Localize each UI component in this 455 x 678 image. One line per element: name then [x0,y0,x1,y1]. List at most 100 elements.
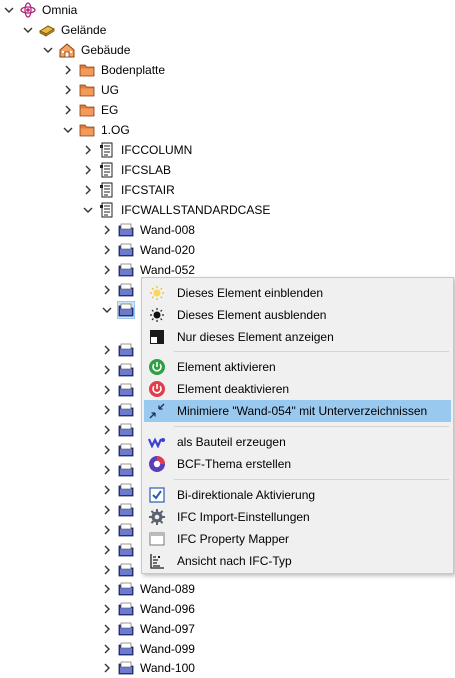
chevron-right-icon[interactable] [62,104,74,116]
chevron-right-icon[interactable] [101,464,113,476]
menu-item-deactivate-element[interactable]: Element deaktivieren [144,378,451,400]
tree-node-site[interactable]: Gelände [22,20,106,40]
tree-node-wall[interactable] [101,280,140,300]
chevron-right-icon[interactable] [101,583,113,595]
chevron-right-icon[interactable] [101,504,113,516]
tree-node-wall[interactable] [101,540,140,560]
tree-node-type[interactable]: IFCCOLUMN [82,140,192,160]
menu-item-bidirectional-activation[interactable]: Bi-direktionale Aktivierung [144,484,451,506]
menu-item-hide-element[interactable]: Dieses Element ausblenden [144,304,451,326]
tree-node-wall[interactable]: Wand-100 [101,659,195,676]
tree-node-storey[interactable]: Bodenplatte [62,60,165,80]
wall-folder-icon [118,382,134,398]
tree-node-wall[interactable] [101,360,140,380]
chevron-right-icon[interactable] [101,662,113,674]
tree-node-wall[interactable] [101,480,140,500]
tree-node-wall[interactable] [101,340,140,360]
chevron-right-icon[interactable] [82,164,94,176]
menu-item-show-element[interactable]: Dieses Element einblenden [144,282,451,304]
chevron-right-icon[interactable] [82,184,94,196]
tree-node-wall[interactable]: Wand-099 [101,639,195,659]
tree-node-storey[interactable]: UG [62,80,119,100]
chevron-right-icon[interactable] [101,344,113,356]
collapse-arrows-icon [147,401,167,421]
menu-item-ifc-import-settings[interactable]: IFC Import-Einstellungen [144,506,451,528]
chevron-down-icon[interactable] [22,24,34,36]
menu-item-activate-element[interactable]: Element aktivieren [144,356,451,378]
menu-item-label: Element deaktivieren [177,382,290,396]
chevron-right-icon[interactable] [101,264,113,276]
chevron-right-icon[interactable] [62,84,74,96]
chevron-right-icon[interactable] [101,484,113,496]
power-off-icon [147,379,167,399]
chevron-right-icon[interactable] [62,64,74,76]
chevron-right-icon[interactable] [82,144,94,156]
tree-label: Wand-100 [140,660,195,675]
chevron-right-icon[interactable] [101,623,113,635]
tree-node-wall[interactable]: Wand-097 [101,619,195,639]
wall-folder-icon [118,282,134,298]
wall-folder-icon [118,242,134,258]
tree-label: IFCSTAIR [121,183,175,197]
wall-folder-icon [118,402,134,418]
tree-node-root[interactable]: Omnia [3,0,77,20]
menu-item-isolate-element[interactable]: Nur dieses Element anzeigen [144,326,451,348]
tree-node-storey[interactable]: 1.OG [62,120,130,140]
tree-label: Wand-020 [140,243,195,257]
chevron-right-icon[interactable] [101,384,113,396]
tree-node-wall[interactable] [101,560,140,580]
tree-node-wall[interactable]: Wand-096 [101,599,195,619]
tree-node-type[interactable]: IFCSLAB [82,160,171,180]
tree-node-storey[interactable]: EG [62,100,118,120]
building-icon [59,42,75,58]
wall-folder-icon [118,601,134,617]
chevron-down-icon[interactable] [42,44,54,56]
tree-node-type[interactable]: IFCWALLSTANDARDCASE [82,200,270,220]
tree-label: IFCCOLUMN [121,143,193,157]
chevron-right-icon[interactable] [101,564,113,576]
wall-folder-icon [118,442,134,458]
tree-node-building[interactable]: Gebäude [42,40,130,60]
tree-node-wall[interactable]: Wand-089 [101,579,195,599]
menu-item-label: Minimiere "Wand-054" mit Unterverzeichni… [177,404,428,418]
menu-item-ifc-property-mapper[interactable]: IFC Property Mapper [144,528,451,550]
component-logo-icon [147,432,167,452]
tree-node-wall[interactable] [101,520,140,540]
chevron-right-icon[interactable] [101,524,113,536]
tree-node-wall[interactable] [101,460,140,480]
chevron-right-icon[interactable] [101,444,113,456]
ifc-type-icon [99,202,115,218]
menu-item-create-component[interactable]: als Bauteil erzeugen [144,431,451,453]
chevron-right-icon[interactable] [101,424,113,436]
tree-node-wall[interactable] [101,400,140,420]
chevron-down-icon[interactable] [101,304,113,316]
chevron-down-icon[interactable] [82,204,94,216]
wall-folder-icon [118,562,134,578]
menu-item-create-bcf-topic[interactable]: BCF-Thema erstellen [144,453,451,475]
chevron-right-icon[interactable] [101,284,113,296]
chevron-down-icon[interactable] [62,124,74,136]
menu-item-view-by-ifc-type[interactable]: Ansicht nach IFC-Typ [144,550,451,572]
tree-node-wall-selected[interactable] [101,300,140,320]
atom-icon [20,2,36,18]
menu-item-collapse-subtree[interactable]: Minimiere "Wand-054" mit Unterverzeichni… [144,400,451,422]
tree-node-wall[interactable]: Wand-008 [101,220,195,240]
context-menu: Dieses Element einblenden Dieses Element… [141,277,454,574]
chevron-down-icon[interactable] [3,4,15,16]
chevron-right-icon[interactable] [101,244,113,256]
tree-node-wall[interactable] [101,500,140,520]
chevron-right-icon[interactable] [101,224,113,236]
tree-label: EG [101,103,119,117]
tree-node-wall[interactable]: Wand-020 [101,240,195,260]
tree-node-type[interactable]: IFCSTAIR [82,180,175,200]
chevron-right-icon[interactable] [101,643,113,655]
tree-node-wall[interactable] [101,420,140,440]
chevron-right-icon[interactable] [101,364,113,376]
chevron-right-icon[interactable] [101,603,113,615]
wall-folder-icon [118,362,134,378]
tree-node-wall[interactable] [101,440,140,460]
chevron-right-icon[interactable] [101,404,113,416]
menu-item-label: BCF-Thema erstellen [177,457,292,471]
chevron-right-icon[interactable] [101,544,113,556]
tree-node-wall[interactable] [101,380,140,400]
